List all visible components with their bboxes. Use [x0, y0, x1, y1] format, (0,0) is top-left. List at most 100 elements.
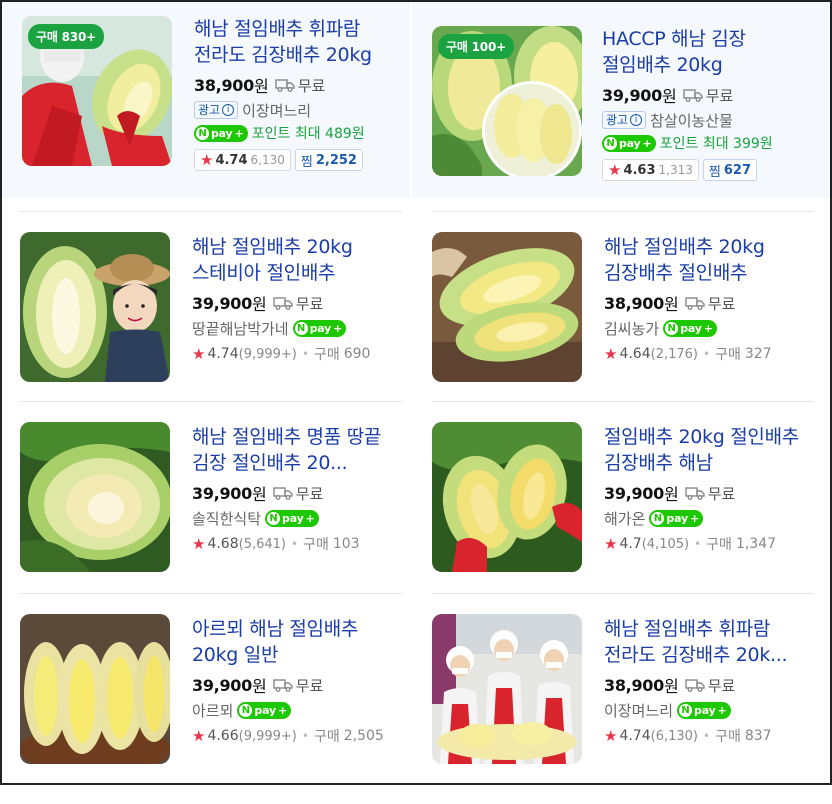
- product-price: 38,900: [604, 293, 664, 313]
- product-info: 절임배추 20kg 절인배추 김장배추 해남 39,900 원 무료 해가온 N…: [604, 424, 804, 556]
- shipping-fee: 무료: [295, 676, 324, 695]
- product-price: 39,900: [192, 483, 252, 503]
- npay-points: 포인트 최대 399원: [659, 136, 773, 152]
- stats-row: ★ 4.63 1,313 찜 627: [602, 158, 802, 182]
- rating-value: 4.74: [215, 152, 248, 168]
- truck-icon: [274, 79, 295, 92]
- product-price: 39,900: [192, 293, 252, 313]
- review-count: (6,130): [650, 728, 698, 744]
- zzim-count: 627: [723, 162, 751, 178]
- review-count: (4,105): [641, 536, 690, 552]
- currency-unit: 원: [251, 295, 267, 314]
- rating-value: 4.66: [207, 728, 239, 744]
- separator-dot: •: [694, 537, 702, 551]
- product-card[interactable]: 절임배추 20kg 절인배추 김장배추 해남 39,900 원 무료 해가온 N…: [412, 422, 802, 612]
- ad-tag[interactable]: 광고 i: [602, 111, 647, 129]
- product-title[interactable]: HACCP 해남 김장 절임배추 20kg: [602, 26, 802, 78]
- rating-box: ★ 4.63 1,313: [602, 159, 699, 181]
- product-card[interactable]: 구매 100+ HACCP 해남 김장 절임배추 20kg 39,900 원 무…: [412, 2, 830, 198]
- divider: [432, 211, 814, 212]
- divider: [20, 593, 402, 594]
- product-title[interactable]: 해남 절임배추 20kg 김장배추 절인배추: [604, 234, 804, 286]
- npay-plus-icon: +: [717, 703, 727, 717]
- shipping-fee: 무료: [295, 294, 324, 313]
- shipping-fee: 무료: [707, 676, 736, 695]
- seller-row: 아르뫼 Npay +: [192, 698, 392, 722]
- npay-plus-icon: +: [305, 511, 315, 525]
- star-icon: ★: [192, 727, 206, 745]
- product-title[interactable]: 해남 절임배추 20kg 스테비아 절인배추: [192, 234, 392, 286]
- divider: [432, 401, 814, 402]
- seller-name[interactable]: 이장며느리: [604, 700, 673, 721]
- info-icon: i: [222, 104, 235, 116]
- product-title[interactable]: 해남 절임배추 휘파람 전라도 김장배추 20kg: [194, 16, 394, 68]
- product-info: 아르뫼 해남 절임배추 20kg 일반 39,900 원 무료 아르뫼 Npay…: [192, 616, 392, 748]
- product-price: 39,900: [604, 483, 664, 503]
- zzim-label: 찜: [708, 164, 721, 180]
- npay-badge: Npay +: [663, 319, 717, 337]
- product-price: 39,900: [602, 85, 662, 105]
- product-info: HACCP 해남 김장 절임배추 20kg 39,900 원 무료 광고 i 참살…: [602, 26, 802, 182]
- truck-icon: [272, 487, 293, 500]
- product-image[interactable]: 구매 100+: [432, 26, 582, 176]
- zzim-box[interactable]: 찜 627: [702, 159, 757, 181]
- seller-name[interactable]: 참살이농산물: [650, 110, 733, 131]
- purchase-count: 2,505: [343, 728, 384, 744]
- product-image[interactable]: [432, 614, 582, 764]
- product-card[interactable]: 해남 절임배추 20kg 스테비아 절인배추 39,900 원 무료 땅끝해남박…: [0, 232, 390, 422]
- product-title[interactable]: 절임배추 20kg 절인배추 김장배추 해남: [604, 424, 804, 476]
- stats-row: ★ 4.7 (4,105) • 구매 1,347: [604, 532, 804, 556]
- star-icon: ★: [604, 535, 618, 553]
- separator-dot: •: [703, 347, 711, 361]
- product-card[interactable]: 구매 830+ 해남 절임배추 휘파람 전라도 김장배추 20kg 38,900…: [2, 2, 410, 198]
- seller-row: 광고 i 참살이농산물: [602, 108, 802, 132]
- separator-dot: •: [301, 347, 309, 361]
- product-image[interactable]: [20, 232, 170, 382]
- seller-name[interactable]: 이장며느리: [242, 100, 311, 121]
- truck-icon: [684, 487, 705, 500]
- seller-name[interactable]: 솔직한식탁: [192, 508, 261, 529]
- npay-point-row: Npay + 포인트 최대 399원: [602, 132, 802, 154]
- npay-pay-text: pay: [282, 511, 304, 525]
- star-icon: ★: [604, 727, 618, 745]
- stats-row: ★ 4.74 (9,999+) • 구매 690: [192, 342, 392, 366]
- product-info: 해남 절임배추 명품 땅끝 김장 절인배추 20... 39,900 원 무료 …: [192, 424, 392, 556]
- product-card[interactable]: 해남 절임배추 명품 땅끝 김장 절인배추 20... 39,900 원 무료 …: [0, 422, 390, 612]
- product-image[interactable]: [432, 422, 582, 572]
- purchase-label: 구매: [313, 347, 340, 363]
- seller-row: 해가온 Npay +: [604, 506, 804, 530]
- product-title[interactable]: 해남 절임배추 명품 땅끝 김장 절인배추 20...: [192, 424, 392, 476]
- product-card[interactable]: 해남 절임배추 휘파람 전라도 김장배추 20k... 38,900 원 무료 …: [412, 614, 802, 804]
- seller-name[interactable]: 땅끝해남박가네: [192, 318, 289, 339]
- npay-plus-icon: +: [234, 126, 244, 140]
- product-card[interactable]: 해남 절임배추 20kg 김장배추 절인배추 38,900 원 무료 김씨농가 …: [412, 232, 802, 422]
- seller-name[interactable]: 아르뫼: [192, 700, 233, 721]
- stats-row: ★ 4.68 (5,641) • 구매 103: [192, 532, 392, 556]
- npay-n-icon: N: [679, 703, 693, 717]
- review-count: (9,999+): [238, 728, 297, 744]
- shipping-fee: 무료: [707, 294, 736, 313]
- rating-value: 4.7: [619, 536, 642, 552]
- seller-row: 광고 i 이장며느리: [194, 98, 394, 122]
- npay-pay-text: pay: [694, 703, 716, 717]
- product-title[interactable]: 아르뫼 해남 절임배추 20kg 일반: [192, 616, 392, 668]
- product-image[interactable]: 구매 830+: [22, 16, 172, 166]
- product-title[interactable]: 해남 절임배추 휘파람 전라도 김장배추 20k...: [604, 616, 804, 668]
- price-row: 38,900 원 무료: [604, 674, 804, 697]
- rating-box: ★ 4.74 6,130: [194, 149, 291, 171]
- review-count: 6,130: [250, 153, 285, 167]
- npay-n-icon: N: [239, 703, 253, 717]
- zzim-box[interactable]: 찜 2,252: [294, 149, 363, 171]
- purchase-count: 327: [744, 346, 772, 362]
- npay-badge: Npay +: [677, 701, 731, 719]
- star-icon: ★: [608, 161, 622, 179]
- ad-tag[interactable]: 광고 i: [194, 101, 239, 119]
- seller-name[interactable]: 해가온: [604, 508, 645, 529]
- product-image[interactable]: [432, 232, 582, 382]
- seller-name[interactable]: 김씨농가: [604, 318, 659, 339]
- purchase-count: 690: [343, 346, 371, 362]
- npay-plus-icon: +: [703, 321, 713, 335]
- product-image[interactable]: [20, 614, 170, 764]
- product-card[interactable]: 아르뫼 해남 절임배추 20kg 일반 39,900 원 무료 아르뫼 Npay…: [0, 614, 390, 804]
- product-image[interactable]: [20, 422, 170, 572]
